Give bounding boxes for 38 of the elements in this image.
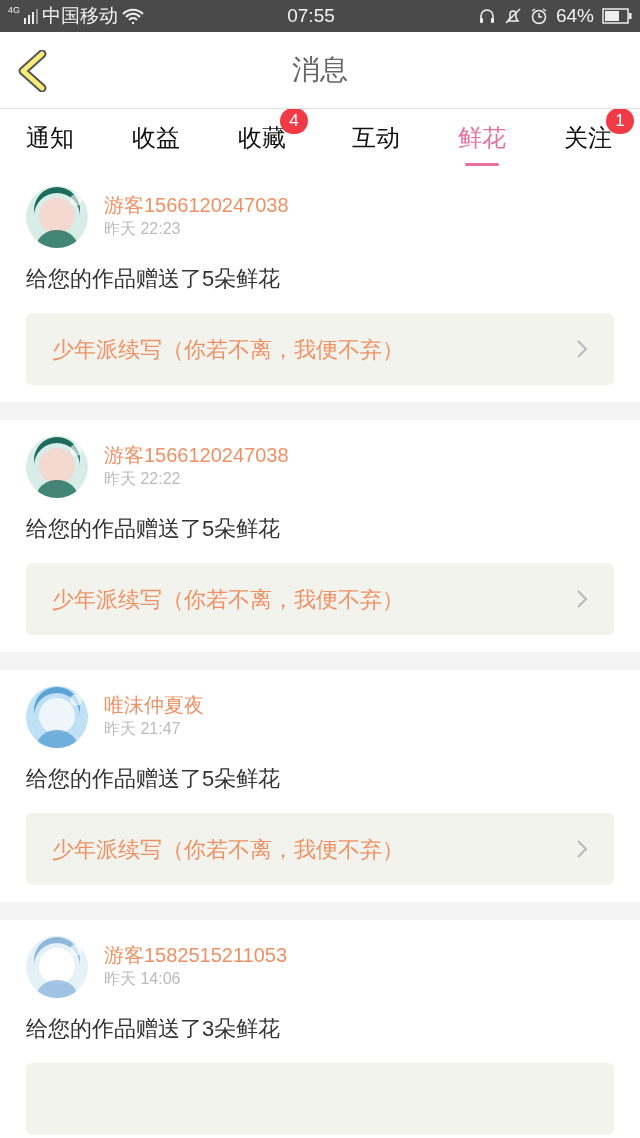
work-card[interactable]: 少年派续写（你若不离，我便不弃） [26, 313, 614, 385]
message-time: 昨天 14:06 [104, 969, 182, 989]
tab[interactable]: 收益 [118, 109, 194, 170]
carrier-name: 中国移动 [42, 3, 118, 28]
user-name[interactable]: 唯沫仲夏夜 [104, 693, 204, 717]
message-time: 昨天 22:22 [104, 469, 182, 489]
chevron-right-icon [576, 339, 588, 359]
network-label: 4G [8, 5, 20, 15]
signal-icon [24, 8, 38, 24]
message-text: 给您的作品赠送了5朵鲜花 [26, 265, 282, 293]
user-name[interactable]: 游客1566120247038 [104, 193, 289, 217]
tab[interactable]: 通知 [12, 109, 88, 170]
message-time: 昨天 21:47 [104, 719, 182, 739]
page-title: 消息 [292, 53, 348, 87]
work-title: 少年派续写（你若不离，我便不弃） [52, 585, 404, 614]
message-time: 昨天 22:23 [104, 219, 182, 239]
user-name[interactable]: 游客1582515211053 [104, 943, 288, 967]
work-card[interactable]: 少年派续写（你若不离，我便不弃） [26, 563, 614, 635]
wifi-icon [122, 8, 144, 24]
work-card[interactable]: 少年派续写（你若不离，我便不弃） [26, 813, 614, 885]
message-text: 给您的作品赠送了5朵鲜花 [26, 765, 282, 793]
tab[interactable]: 鲜花 [444, 109, 520, 170]
headset-icon [477, 7, 496, 25]
back-icon[interactable] [16, 50, 48, 92]
bell-muted-icon [503, 7, 522, 25]
work-title: 少年派续写（你若不离，我便不弃） [52, 835, 404, 864]
chevron-right-icon [576, 589, 588, 609]
user-name[interactable]: 游客1566120247038 [104, 443, 289, 467]
battery-icon [602, 8, 632, 24]
message-text: 给您的作品赠送了3朵鲜花 [26, 1015, 282, 1043]
status-time: 07:55 [287, 3, 335, 28]
tab[interactable]: 互动 [338, 109, 414, 170]
work-title: 少年派续写（你若不离，我便不弃） [52, 335, 404, 364]
alarm-icon [529, 7, 548, 25]
chevron-right-icon [576, 839, 588, 859]
message-text: 给您的作品赠送了5朵鲜花 [26, 515, 282, 543]
battery-text: 64% [555, 3, 594, 28]
tab-underline [465, 162, 499, 166]
